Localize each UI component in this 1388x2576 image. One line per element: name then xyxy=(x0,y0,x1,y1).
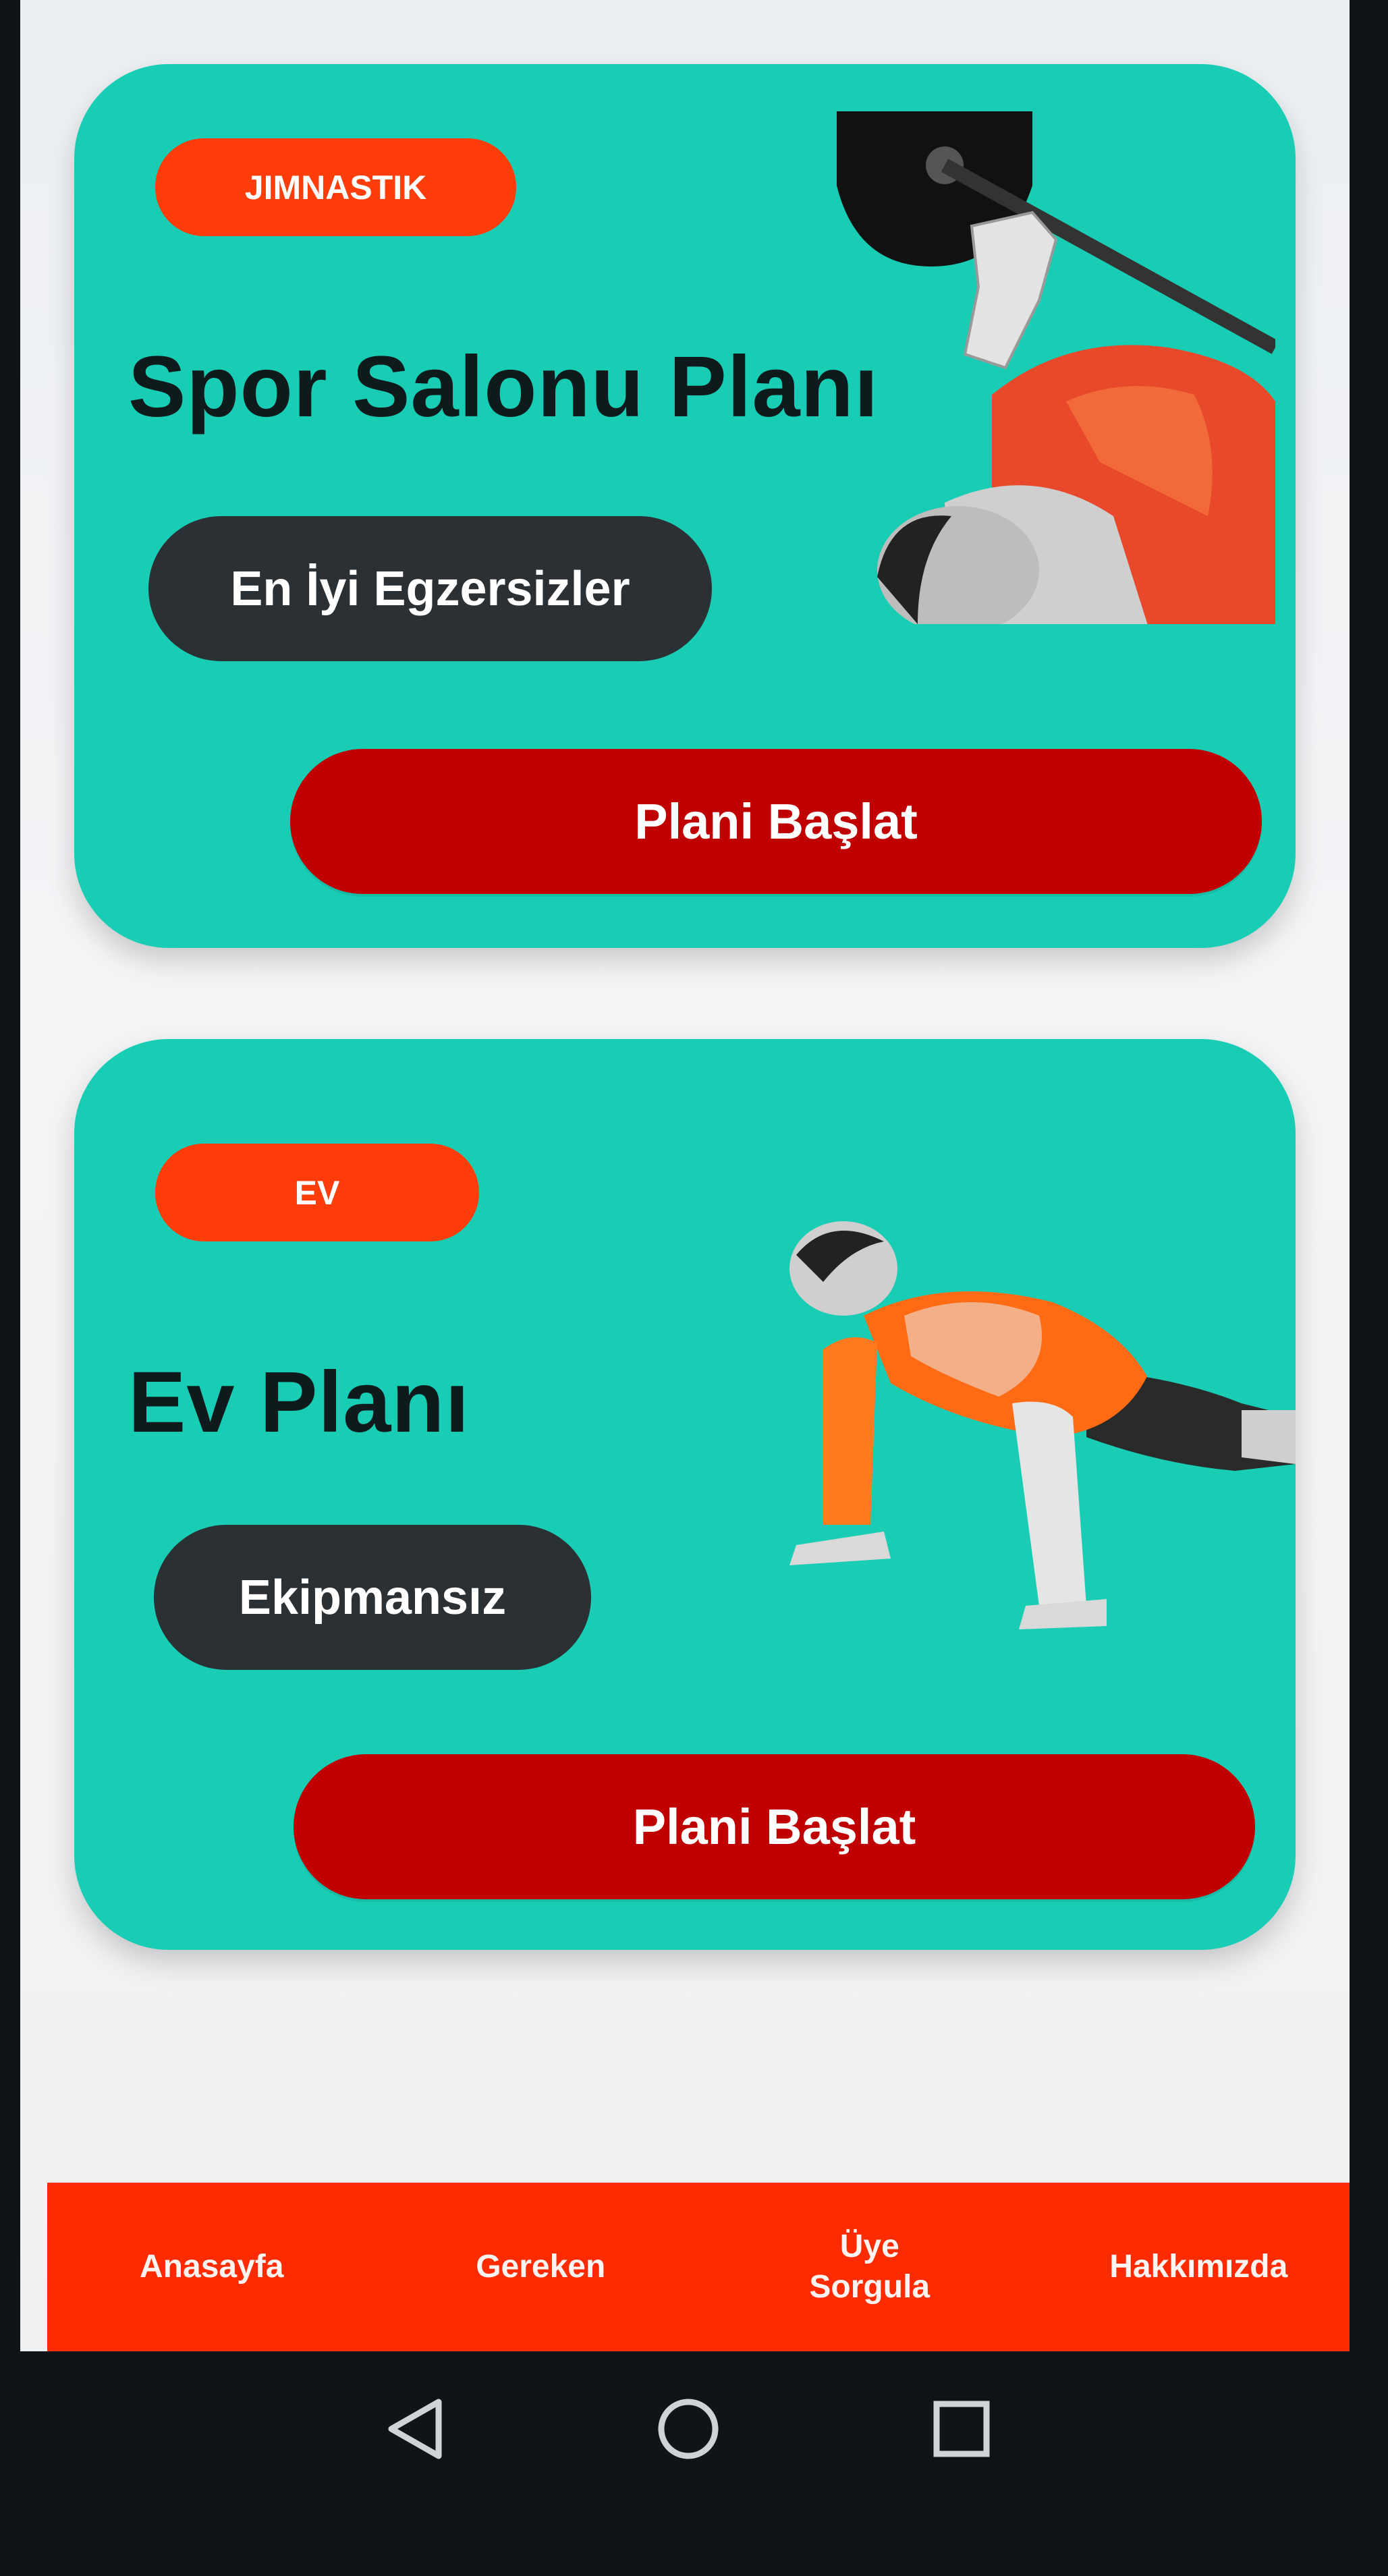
tab-anasayfa[interactable]: Anasayfa xyxy=(47,2247,377,2287)
gym-plan-card: JIMNASTIK Spor Salonu Planı En İyi Egzer… xyxy=(74,64,1296,948)
square-recents-icon[interactable] xyxy=(924,2392,999,2466)
tab-gereken[interactable]: Gereken xyxy=(377,2247,706,2287)
plan-title: Ev Planı xyxy=(128,1354,470,1451)
app-screen: JIMNASTIK Spor Salonu Planı En İyi Egzer… xyxy=(20,0,1350,2496)
home-plan-card: EV Ev Planı Ekipmansız Plani Başlat xyxy=(74,1039,1296,1950)
triangle-back-icon[interactable] xyxy=(378,2392,452,2466)
system-navigation-bar xyxy=(0,2351,1388,2576)
tab-hakkimizda[interactable]: Hakkımızda xyxy=(1034,2247,1350,2287)
circle-home-icon[interactable] xyxy=(651,2392,725,2466)
bottom-tab-bar: Anasayfa Gereken Üye Sorgula Hakkımızda xyxy=(47,2183,1350,2351)
tab-uye-sorgula[interactable]: Üye Sorgula xyxy=(705,2227,1034,2307)
feature-pill: Ekipmansız xyxy=(154,1525,591,1670)
phone-frame: JIMNASTIK Spor Salonu Planı En İyi Egzer… xyxy=(0,0,1388,2576)
category-badge: EV xyxy=(155,1144,479,1241)
barbell-press-muscle-figure xyxy=(837,111,1275,624)
push-up-muscle-figure xyxy=(789,1221,1296,1629)
feature-pill: En İyi Egzersizler xyxy=(148,516,712,661)
start-plan-button[interactable]: Plani Başlat xyxy=(290,749,1262,894)
category-badge: JIMNASTIK xyxy=(155,138,516,236)
start-plan-button[interactable]: Plani Başlat xyxy=(294,1754,1255,1899)
